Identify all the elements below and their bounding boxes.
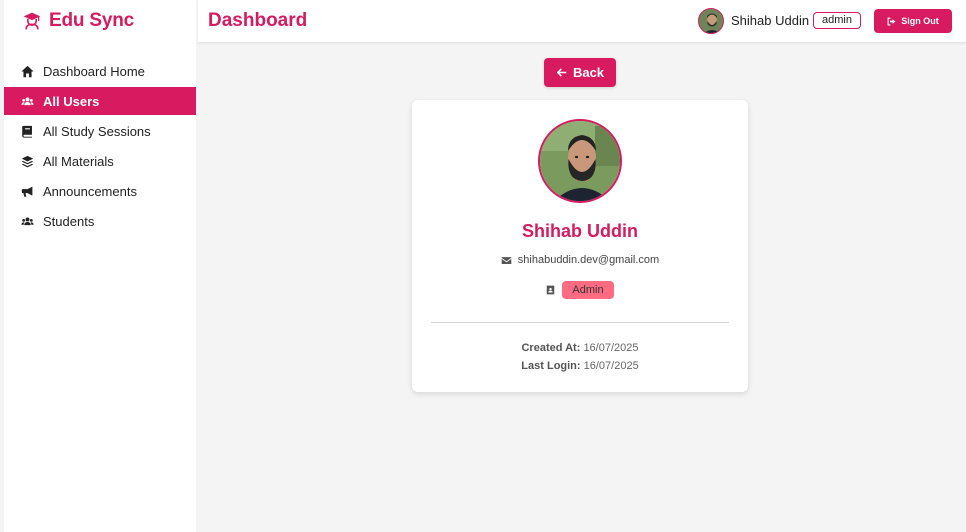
brand-logo[interactable]: Edu Sync [22,9,134,33]
layers-icon [21,155,34,168]
sidebar-item-announcements[interactable]: Announcements [4,177,196,205]
arrow-left-icon [556,68,567,77]
role-row: Admin [412,281,748,299]
sidebar-item-all-study-sessions[interactable]: All Study Sessions [4,117,196,145]
avatar[interactable] [698,8,724,34]
id-card-icon [547,285,555,295]
sign-out-icon [887,17,896,25]
role-badge: admin [813,12,861,29]
graduate-icon [23,12,41,30]
created-at-value: 16/07/2025 [583,342,639,354]
created-at-row: Created At: 16/07/2025 [412,342,748,354]
sidebar-item-label: All Materials [43,153,114,169]
home-icon [21,65,34,78]
last-login-value: 16/07/2025 [583,360,639,372]
book-icon [21,125,34,138]
back-label: Back [572,65,605,80]
users-icon [21,215,34,228]
sidebar-item-all-users[interactable]: All Users [4,87,196,115]
email-row: shihabuddin.dev@gmail.com [412,254,748,266]
sidebar-item-dashboard-home[interactable]: Dashboard Home [4,57,196,85]
profile-card: Shihab Uddin shihabuddin.dev@gmail.com A… [412,100,748,392]
page-title: Dashboard [208,10,308,31]
sidebar-item-label: All Study Sessions [43,123,151,139]
divider [431,322,729,323]
megaphone-icon [21,185,34,198]
profile-photo [538,119,622,203]
brand-name: Edu Sync [49,10,134,31]
sidebar-nav: Dashboard Home All Users All Study Sessi… [4,57,196,237]
sign-out-label: Sign Out [901,16,939,26]
top-bar: Dashboard Shihab Uddin admin Sign Out [198,0,966,43]
sidebar-item-label: Announcements [43,183,137,199]
last-login-row: Last Login: 16/07/2025 [412,360,748,372]
sidebar-item-all-materials[interactable]: All Materials [4,147,196,175]
last-login-label: Last Login: [521,360,581,372]
sign-out-button[interactable]: Sign Out [874,9,952,33]
back-button[interactable]: Back [544,58,616,87]
user-name: Shihab Uddin [731,13,810,28]
sidebar-item-students[interactable]: Students [4,207,196,235]
sidebar-item-label: Students [43,213,95,229]
users-icon [21,95,34,108]
sidebar-item-label: All Users [43,93,100,109]
sidebar-item-label: Dashboard Home [43,63,145,79]
sidebar: Edu Sync Dashboard Home All Users All St… [4,0,196,532]
envelope-icon [501,256,512,264]
role-pill: Admin [562,281,614,299]
profile-name: Shihab Uddin [522,221,638,241]
created-at-label: Created At: [521,342,581,354]
profile-email: shihabuddin.dev@gmail.com [517,254,660,266]
